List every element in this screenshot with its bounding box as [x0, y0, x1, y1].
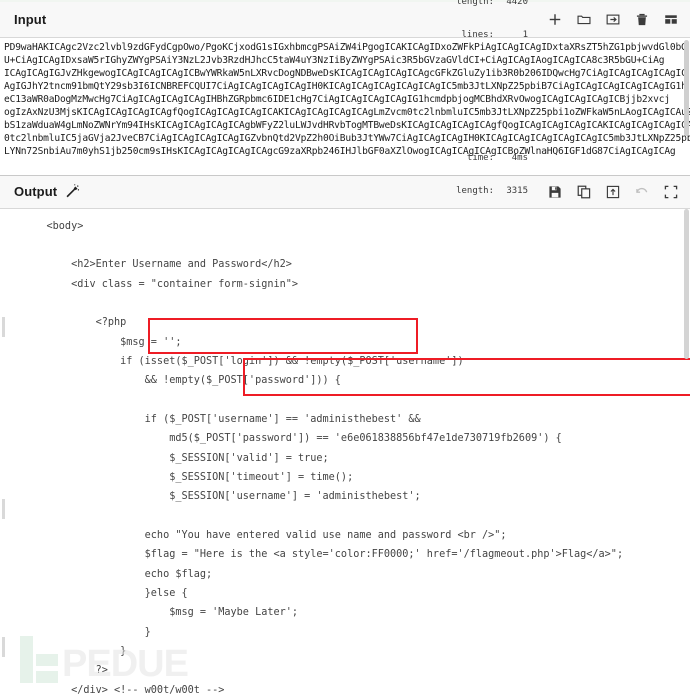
- input-pane-title: Input: [14, 11, 47, 27]
- plus-icon[interactable]: [542, 6, 568, 32]
- input-line: AgIGJhY2tncm91bmQtY29sb3I6ICNBREFCQUI7Ci…: [4, 80, 687, 92]
- trash-icon[interactable]: [629, 6, 655, 32]
- code-line: <h2>Enter Username and Password</h2>: [22, 259, 292, 271]
- code-line: $_SESSION['timeout'] = time();: [22, 471, 354, 483]
- output-time-row: time: 4ms: [456, 153, 528, 164]
- output-toolbar: [542, 179, 684, 205]
- output-textarea[interactable]: <body> <h2>Enter Username and Password</…: [0, 208, 690, 697]
- output-pane-title: Output: [14, 184, 58, 199]
- output-scrollbar[interactable]: [684, 208, 689, 359]
- code-line: }else {: [22, 588, 188, 600]
- input-line: PD9waHAKICAgc2Vzc2lvbl9zdGFydCgpOwo/PgoK…: [4, 41, 687, 53]
- save-icon[interactable]: [542, 179, 568, 205]
- maximize-icon[interactable]: [658, 179, 684, 205]
- code-line: md5($_POST['password']) == 'e6e061838856…: [22, 433, 562, 445]
- code-line: if ($_POST['username'] == 'administhebes…: [22, 413, 421, 425]
- copy-icon[interactable]: [571, 179, 597, 205]
- code-line: $_SESSION['valid'] = true;: [22, 452, 329, 464]
- layout-icon[interactable]: [658, 6, 684, 32]
- input-length-label: length:: [456, 0, 494, 7]
- output-code[interactable]: <body> <h2>Enter Username and Password</…: [0, 217, 690, 697]
- code-line: $flag = "Here is the <a style='color:FF0…: [22, 549, 624, 561]
- input-line: 0tc2lnbmluIC5jaGVja2JveCB7CiAgICAgICAgIC…: [4, 132, 690, 144]
- input-line: LYNn72SnbiAu7m0yhS1jb250cm9sIHsKICAgICAg…: [4, 145, 676, 157]
- input-title-bar: Input length: 4420 lines: 1: [0, 0, 690, 40]
- code-line: }: [22, 626, 151, 638]
- input-line: U+CiAgICAgIDxsaW5rIGhyZWYgPSAiY3NzL2Jvb3…: [4, 54, 665, 66]
- input-toolbar: [542, 6, 684, 32]
- code-line: ?>: [22, 665, 108, 677]
- code-line: </div> <!-- w00t/w00t -->: [22, 684, 225, 696]
- output-title-bar: Output time:4ms length:3315 lines:118: [0, 153, 690, 229]
- code-line: if (isset($_POST['login']) && !empty($_P…: [22, 355, 464, 367]
- output-time-label: time:: [466, 153, 494, 163]
- input-line: eC13aWR0aDogMzMwcHg7CiAgICAgICAgICAgIHBh…: [4, 93, 670, 105]
- input-length-row: length: 4420: [456, 0, 528, 8]
- output-time-value: 4ms: [511, 153, 528, 163]
- folder-icon[interactable]: [571, 6, 597, 32]
- input-scrollbar[interactable]: [684, 39, 689, 136]
- input-line: ogIzAxNzU3MjsKICAgICAgICAgICAgfQogICAgIC…: [4, 106, 690, 118]
- code-line: }: [22, 646, 127, 658]
- cyberchef-app: Input length: 4420 lines: 1 PD9waHAKICAg…: [0, 0, 690, 697]
- bake-to-input-icon[interactable]: [600, 179, 626, 205]
- undo-icon[interactable]: [629, 179, 655, 205]
- input-length-value: 4420: [506, 0, 528, 7]
- output-length-label: length:: [456, 186, 494, 196]
- code-line: <div class = "container form-signin">: [22, 278, 299, 290]
- code-line: $_SESSION['username'] = 'administhebest'…: [22, 491, 421, 503]
- code-line: echo $flag;: [22, 568, 213, 580]
- code-line: $msg = '';: [22, 336, 182, 348]
- magic-wand-icon[interactable]: [65, 184, 80, 199]
- code-line: echo "You have entered valid use name an…: [22, 530, 507, 541]
- code-line: <body>: [22, 220, 84, 232]
- code-line: $msg = 'Maybe Later';: [22, 607, 299, 619]
- code-line: <?php: [22, 317, 127, 329]
- output-length-row: length: 3315: [456, 186, 528, 197]
- input-line: ICAgICAgIGJvZHkgewogICAgICAgICAgICBwYWRk…: [4, 67, 687, 79]
- code-line: && !empty($_POST['password'])) {: [22, 375, 341, 387]
- input-line: bS1zaWduaW4gLmNoZWNrYm94IHsKICAgICAgICAg…: [4, 119, 690, 131]
- input-content[interactable]: PD9waHAKICAgc2Vzc2lvbl9zdGFydCgpOwo/PgoK…: [4, 41, 690, 158]
- output-length-value: 3315: [506, 186, 528, 196]
- input-textarea[interactable]: PD9waHAKICAgc2Vzc2lvbl9zdGFydCgpOwo/PgoK…: [0, 37, 690, 175]
- open-file-icon[interactable]: [600, 6, 626, 32]
